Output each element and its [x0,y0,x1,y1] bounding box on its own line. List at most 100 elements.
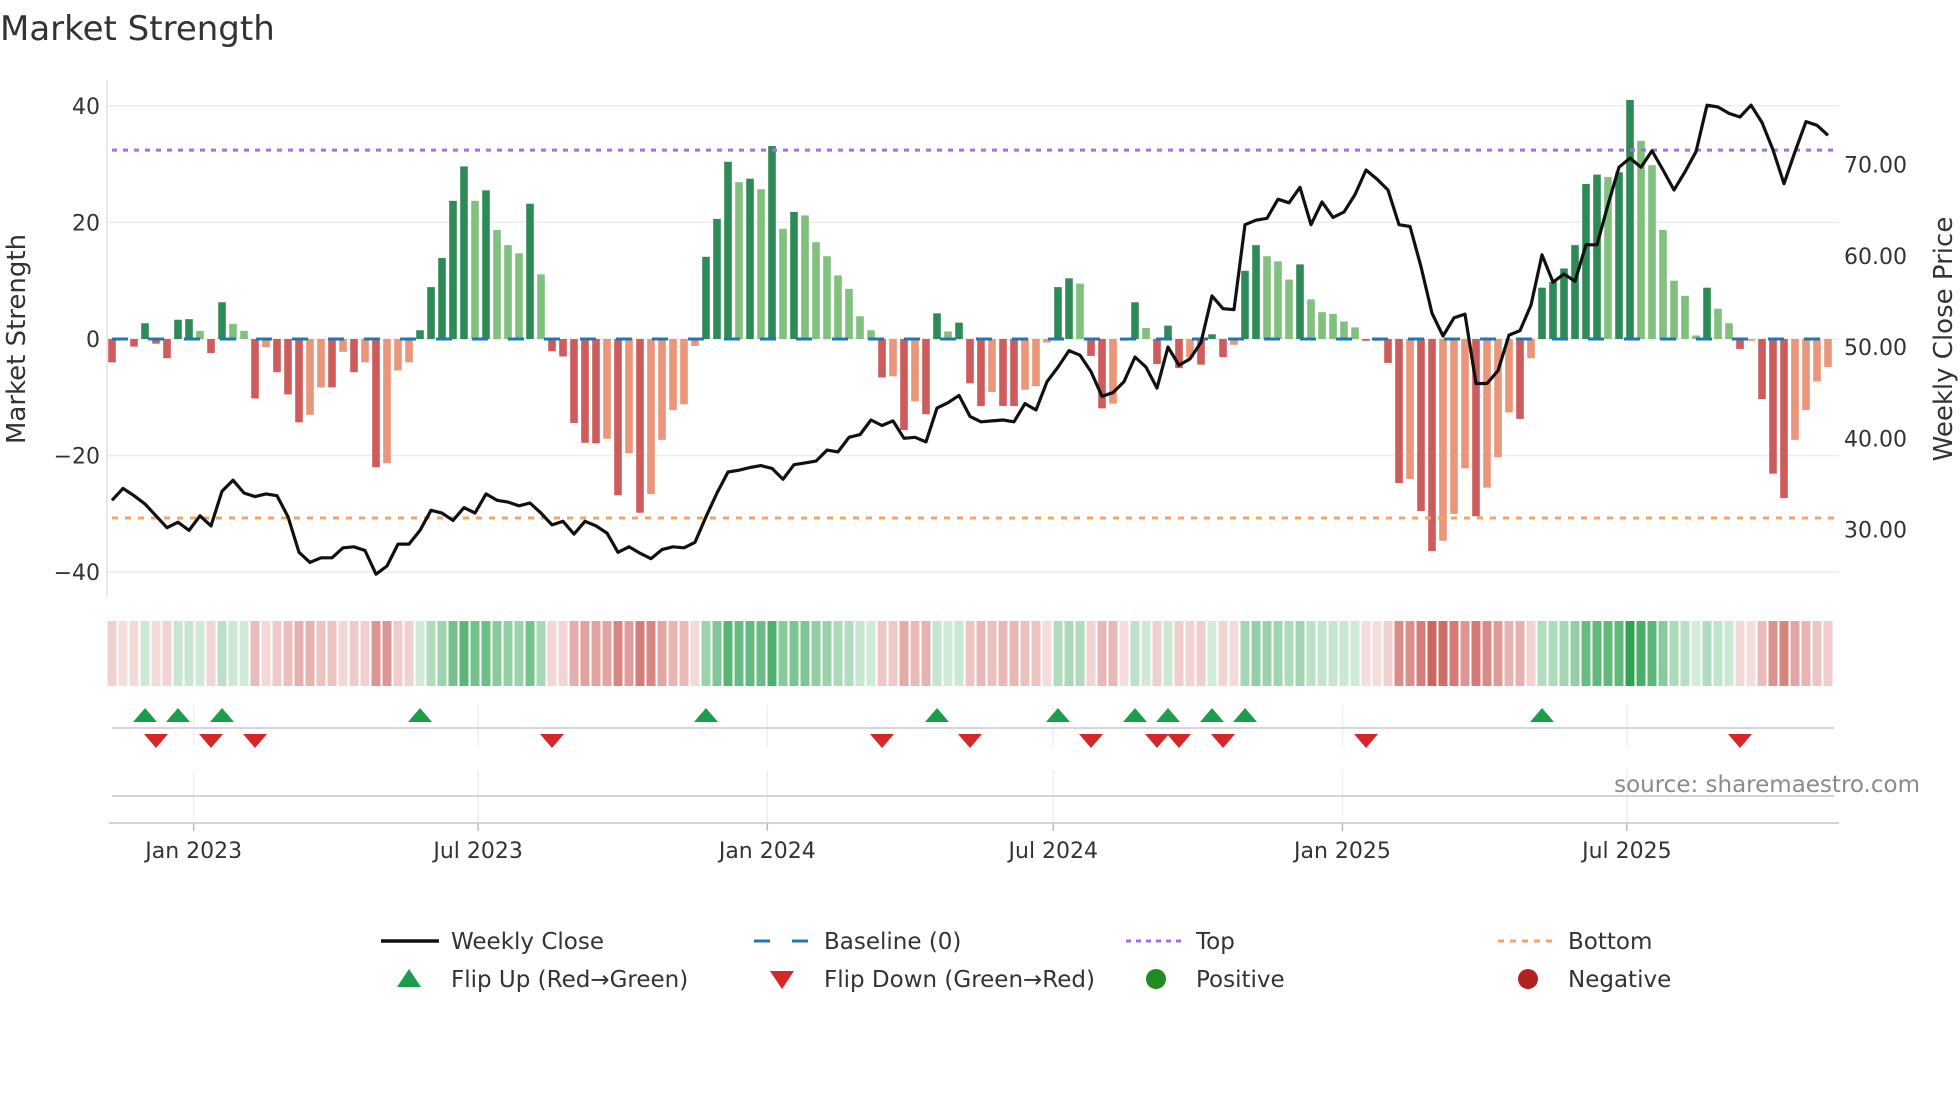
strength-bar [548,339,556,352]
heat-cell [745,621,755,686]
legend-label: Negative [1568,967,1671,993]
heat-cell [1416,621,1426,686]
heat-cell [1779,621,1789,686]
strength-bar [933,313,941,339]
strength-bar [361,339,369,363]
strength-bar [768,146,776,339]
lower-panel: Jan 2023 Jul 2023 Jan 2024 Jul 2024 Jan 2025… [109,770,1839,864]
strength-bar [1021,339,1029,390]
strength-bar [1208,334,1216,339]
flip-down-marker [243,734,267,748]
strength-bar [801,215,809,339]
heat-cell [536,621,546,686]
strength-bar [1054,287,1062,339]
heat-cell [151,621,161,686]
heat-cell [1735,621,1745,686]
legend-item: Flip Up (Red→Green) [397,967,688,993]
y-tick-label-left: 20 [72,211,100,236]
strength-bar [1538,287,1546,339]
heat-cell [459,621,469,686]
heat-cell [1636,621,1646,686]
strength-bar [1824,339,1832,367]
strength-bar [834,275,842,339]
heat-cell [833,621,843,686]
heat-cell [1086,621,1096,686]
strength-bar [1725,323,1733,339]
heat-cell [1471,621,1481,686]
flip-up-marker [1046,708,1070,722]
heat-cell [1515,621,1525,686]
heat-cell [1317,621,1327,686]
strength-bar [988,339,996,393]
heat-cell [525,621,535,686]
heat-cell [668,621,678,686]
heat-cell [1130,621,1140,686]
strength-bar [1659,229,1667,339]
heat-cell [1185,621,1195,686]
flip-down-marker [1145,734,1169,748]
strength-bar [218,302,226,339]
strength-bar [735,182,743,339]
strength-bar [130,339,138,347]
strength-bars [108,99,1832,552]
strength-bar [317,339,325,388]
legend-item: Positive [1146,967,1285,993]
strength-bar [273,339,281,373]
heat-cell [481,621,491,686]
heat-cell [1438,621,1448,686]
heat-cell [1537,621,1547,686]
heat-cell [1262,621,1272,686]
strength-bar [504,245,512,339]
heat-cell [976,621,986,686]
strength-bar [1252,245,1260,339]
heat-cell [1801,621,1811,686]
heat-cell [1196,621,1206,686]
strength-bar [350,339,358,373]
flip-up-marker [166,708,190,722]
strength-bar [383,339,391,464]
heat-cell [1647,621,1657,686]
heat-cell [800,621,810,686]
strength-bar [1747,339,1755,341]
flip-up-marker [694,708,718,722]
negative-circle-icon [1518,969,1538,989]
heat-cell [404,621,414,686]
heat-cell [1383,621,1393,686]
heat-cell [1570,621,1580,686]
strength-bar [1285,279,1293,339]
strength-bar [1362,339,1370,341]
x-tick-label: Jan 2025 [1292,839,1391,864]
heat-cell [1163,621,1173,686]
chart-title: Market Strength [0,9,275,49]
strength-bar [1637,140,1645,339]
heat-cell [657,621,667,686]
heat-cell [690,621,700,686]
strength-bar [1670,280,1678,339]
heat-cell [1218,621,1228,686]
strength-bar [1307,299,1315,339]
heat-cell [1394,621,1404,686]
heat-cell [1614,621,1624,686]
market-strength-chart: Market Strength 40 20 0 −20 −40 70.00 60.00 50.… [0,9,1959,993]
strength-bar [1714,308,1722,339]
strength-bar [306,339,314,415]
heat-cell [239,621,249,686]
heat-cell [184,621,194,686]
heat-cell [1713,621,1723,686]
flip-down-marker [1167,734,1191,748]
y-axis-label-right: Weekly Close Price [1929,217,1959,462]
strength-bar [284,339,292,395]
legend-label: Flip Up (Red→Green) [451,967,688,993]
heat-cell [1251,621,1261,686]
strength-bar [185,319,193,339]
heat-cell [1658,621,1668,686]
strength-bar [1560,268,1568,339]
heat-cell [1559,621,1569,686]
heat-cell [778,621,788,686]
heat-cell [1603,621,1613,686]
y-tick-label-left: −20 [54,445,100,470]
strength-bar [1439,339,1447,541]
strength-bar [812,242,820,339]
legend-item: Negative [1518,967,1671,993]
heat-cell [877,621,887,686]
